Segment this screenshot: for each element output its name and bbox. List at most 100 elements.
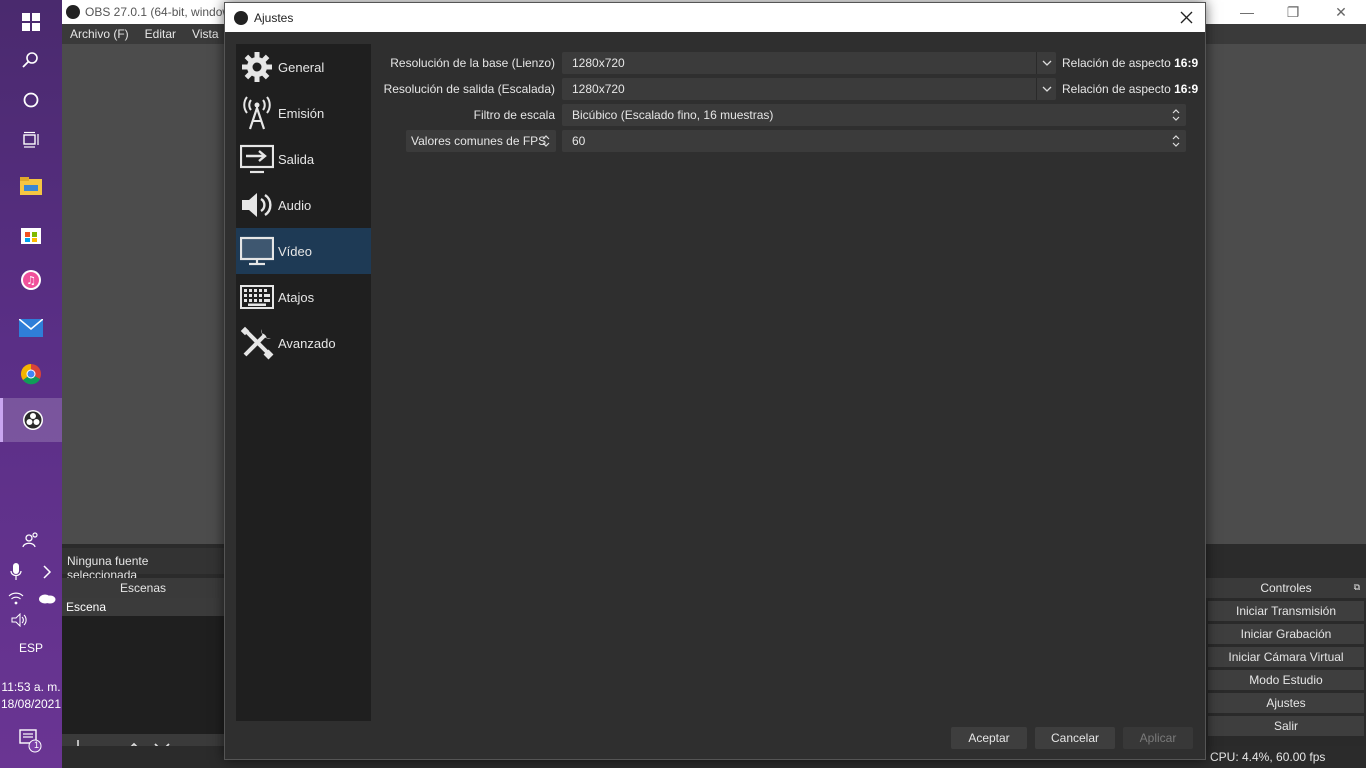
obs-window-title: OBS 27.0.1 (64-bit, window [85, 5, 232, 19]
nav-audio[interactable]: Audio [236, 182, 371, 228]
tools-icon [238, 324, 276, 362]
settings-button[interactable]: Ajustes [1208, 693, 1364, 713]
base-resolution-value: 1280x720 [572, 56, 625, 70]
cancel-button[interactable]: Cancelar [1035, 727, 1115, 749]
itunes-icon[interactable]: ♫ [0, 258, 62, 302]
scenes-header: Escenas [62, 578, 224, 598]
monitor-icon [238, 232, 276, 270]
menu-vista[interactable]: Vista [184, 27, 226, 41]
cortana-icon[interactable] [0, 78, 62, 122]
scale-filter-label: Filtro de escala [473, 108, 555, 122]
output-aspect-ratio: Relación de aspecto 16:9 [1062, 82, 1198, 96]
language-indicator[interactable]: ESP [0, 641, 62, 655]
chrome-icon[interactable] [0, 352, 62, 396]
output-aspect-prefix: Relación de aspecto [1062, 82, 1171, 96]
fps-value: 60 [572, 134, 586, 148]
undock-icon[interactable]: ⧉ [1354, 582, 1360, 593]
controls-header-label: Controles [1260, 581, 1312, 595]
volume-icon[interactable] [0, 598, 40, 642]
speaker-icon [238, 186, 276, 224]
task-view-icon[interactable] [0, 118, 62, 162]
nav-salida[interactable]: Salida [236, 136, 371, 182]
video-settings-panel: Resolución de la base (Lienzo) 1280x720 … [381, 44, 1198, 714]
nav-emision[interactable]: Emisión [236, 90, 371, 136]
scene-list[interactable] [62, 616, 224, 734]
settings-titlebar: Ajustes [225, 3, 1205, 32]
exit-button[interactable]: Salir [1208, 716, 1364, 736]
mail-icon[interactable] [0, 306, 62, 350]
base-resolution-row: Resolución de la base (Lienzo) 1280x720 … [381, 52, 1198, 74]
notification-count: 1 [34, 740, 40, 750]
controls-header: Controles ⧉ [1206, 578, 1366, 598]
minimize-icon[interactable]: — [1224, 0, 1270, 24]
controls-dock: Controles ⧉ Iniciar Transmisión Iniciar … [1206, 578, 1366, 746]
nav-video[interactable]: Vídeo [236, 228, 371, 274]
base-resolution-select[interactable]: 1280x720 [562, 52, 1056, 74]
scenes-dock: Escenas Escena [62, 578, 224, 768]
start-virtual-camera-button[interactable]: Iniciar Cámara Virtual [1208, 647, 1364, 667]
obs-logo-icon [66, 5, 80, 19]
file-explorer-icon[interactable] [0, 164, 62, 208]
scale-filter-select[interactable]: Bicúbico (Escalado fino, 16 muestras) [562, 104, 1186, 126]
scale-filter-value: Bicúbico (Escalado fino, 16 muestras) [572, 108, 774, 122]
studio-mode-button[interactable]: Modo Estudio [1208, 670, 1364, 690]
store-icon[interactable] [0, 212, 62, 256]
chevron-down-icon[interactable] [1036, 52, 1056, 74]
nav-general-label: General [278, 59, 325, 75]
nav-audio-label: Audio [278, 197, 312, 213]
notification-center-icon[interactable]: 1 [0, 718, 62, 762]
nav-atajos-label: Atajos [278, 289, 315, 305]
base-aspect-prefix: Relación de aspecto [1062, 56, 1171, 70]
keyboard-icon [238, 278, 276, 316]
start-streaming-button[interactable]: Iniciar Transmisión [1208, 601, 1364, 621]
close-icon[interactable]: ✕ [1318, 0, 1364, 24]
scene-item[interactable]: Escena [62, 598, 224, 616]
menu-editar[interactable]: Editar [137, 27, 184, 41]
output-aspect-value: 16:9 [1174, 82, 1199, 96]
output-resolution-value: 1280x720 [572, 82, 625, 96]
svg-text:♫: ♫ [26, 274, 36, 287]
fps-type-value: Valores comunes de FPS [411, 134, 547, 148]
fps-value-select[interactable]: 60 [562, 130, 1186, 152]
nav-salida-label: Salida [278, 151, 315, 167]
up-down-icon[interactable] [1166, 130, 1186, 152]
output-resolution-row: Resolución de salida (Escalada) 1280x720… [381, 78, 1198, 100]
gear-icon [238, 48, 276, 86]
base-aspect-value: 16:9 [1174, 56, 1199, 70]
nav-video-label: Vídeo [278, 243, 312, 259]
no-source-label: Ninguna fuente seleccionada [62, 548, 224, 582]
cpu-fps-status: CPU: 4.4%, 60.00 fps [1210, 750, 1326, 764]
nav-general[interactable]: General [236, 44, 371, 90]
accept-button[interactable]: Aceptar [951, 727, 1027, 749]
base-resolution-label: Resolución de la base (Lienzo) [390, 56, 555, 70]
clock-time[interactable]: 11:53 a. m. [0, 680, 62, 694]
obs-taskbar-icon[interactable] [0, 398, 62, 442]
apply-button[interactable]: Aplicar [1123, 727, 1193, 749]
search-icon[interactable] [0, 38, 62, 82]
output-resolution-label: Resolución de salida (Escalada) [383, 82, 555, 96]
windows-taskbar: ♫ ESP 11:53 a. m. 18/08/2021 1 [0, 0, 62, 768]
nav-emision-label: Emisión [278, 105, 325, 121]
settings-dialog: Ajustes General Emisión Salida Audio Víd… [224, 2, 1206, 760]
chevron-down-icon[interactable] [1036, 78, 1056, 100]
output-icon [238, 140, 276, 178]
base-aspect-ratio: Relación de aspecto 16:9 [1062, 56, 1198, 70]
obs-logo-icon [234, 10, 248, 25]
up-down-icon[interactable] [1166, 104, 1186, 126]
clock-date[interactable]: 18/08/2021 [0, 697, 62, 711]
settings-title: Ajustes [254, 10, 294, 25]
up-down-icon[interactable] [536, 130, 556, 152]
close-icon[interactable] [1171, 3, 1201, 32]
settings-nav: General Emisión Salida Audio Vídeo Atajo… [236, 44, 371, 721]
fps-type-select[interactable]: Valores comunes de FPS [406, 130, 556, 152]
restore-icon[interactable]: ❐ [1270, 0, 1316, 24]
nav-avanzado-label: Avanzado [278, 335, 336, 351]
menu-archivo[interactable]: Archivo (F) [62, 27, 137, 41]
output-resolution-select[interactable]: 1280x720 [562, 78, 1056, 100]
nav-avanzado[interactable]: Avanzado [236, 320, 371, 366]
scale-filter-row: Filtro de escala Bicúbico (Escalado fino… [381, 104, 1187, 126]
antenna-icon [238, 94, 276, 132]
start-recording-button[interactable]: Iniciar Grabación [1208, 624, 1364, 644]
fps-row: Valores comunes de FPS 60 [381, 130, 1187, 152]
nav-atajos[interactable]: Atajos [236, 274, 371, 320]
